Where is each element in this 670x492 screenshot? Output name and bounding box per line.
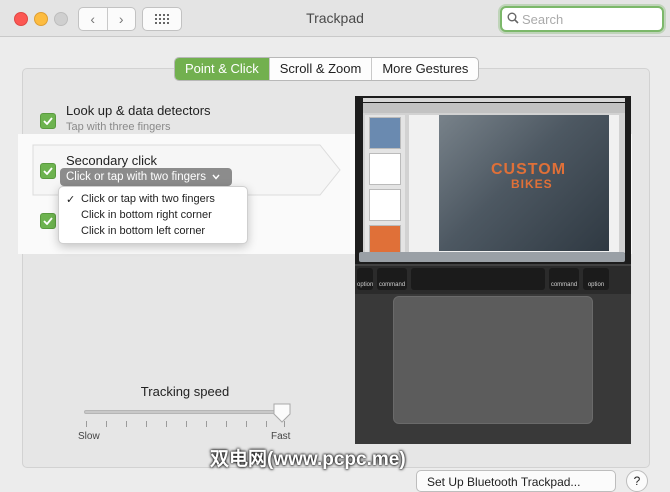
search-field[interactable] xyxy=(500,6,664,32)
tab-scroll-zoom[interactable]: Scroll & Zoom xyxy=(268,58,372,80)
preview-screen: CUSTOM BIKES xyxy=(355,96,631,264)
slider-tick xyxy=(126,421,127,427)
show-all-button[interactable] xyxy=(142,7,182,31)
key-option: option xyxy=(357,268,373,290)
lookup-title: Look up & data detectors xyxy=(66,103,211,118)
preview-thumbnail xyxy=(369,189,401,221)
tab-bar: Point & Click Scroll & Zoom More Gesture… xyxy=(174,57,480,81)
zoom-window-button[interactable] xyxy=(54,12,68,26)
preview-keyboard: option command command option xyxy=(355,266,631,294)
menu-item-label: Click or tap with two fingers xyxy=(81,193,215,205)
key-command: command xyxy=(549,268,579,290)
chevron-down-icon xyxy=(212,174,220,180)
slider-tick xyxy=(226,421,227,427)
slider-tick xyxy=(266,421,267,427)
menu-item-bottom-right[interactable]: Click in bottom right corner xyxy=(59,208,247,224)
key-command: command xyxy=(377,268,407,290)
secondary-click-checkbox[interactable] xyxy=(40,163,56,179)
preview-app-window: CUSTOM BIKES xyxy=(363,103,625,257)
preview-toolbar xyxy=(363,103,625,113)
back-button[interactable]: ‹ xyxy=(79,8,107,30)
menu-item-label: Click in bottom left corner xyxy=(81,225,206,237)
tab-more-gestures[interactable]: More Gestures xyxy=(371,58,478,80)
slider-max-label: Fast xyxy=(271,431,291,442)
checkmark-icon: ✓ xyxy=(66,194,76,206)
slider-tick xyxy=(146,421,147,427)
checkmark-icon xyxy=(43,217,53,225)
slider-tick xyxy=(246,421,247,427)
secondary-click-popup-label: Click or tap with two fingers xyxy=(66,171,206,183)
checkmark-icon xyxy=(43,117,53,125)
slider-thumb[interactable] xyxy=(272,402,292,424)
preview-document: CUSTOM BIKES xyxy=(409,115,619,253)
watermark: 双电网(www.pcpc.me) xyxy=(210,449,406,470)
forward-button[interactable]: › xyxy=(106,8,136,30)
chevron-left-icon: ‹ xyxy=(90,11,96,27)
preview-thumbnail xyxy=(369,153,401,185)
checkmark-icon xyxy=(43,167,53,175)
tracking-speed-title: Tracking speed xyxy=(140,384,230,399)
preview-menubar xyxy=(363,98,625,102)
menu-item-label: Click in bottom right corner xyxy=(81,209,212,221)
secondary-click-menu: ✓ Click or tap with two fingers Click in… xyxy=(58,186,248,244)
minimize-window-button[interactable] xyxy=(34,12,48,26)
gesture-preview: CUSTOM BIKES option command command opti… xyxy=(355,96,631,444)
preview-thumbnail xyxy=(369,117,401,149)
secondary-click-title: Secondary click xyxy=(66,153,158,168)
preview-headline-2: BIKES xyxy=(511,177,553,191)
secondary-click-popup[interactable]: Click or tap with two fingers xyxy=(60,168,232,186)
slider-min-label: Slow xyxy=(78,431,100,442)
slider-tick xyxy=(206,421,207,427)
key-space xyxy=(411,268,545,290)
search-icon xyxy=(507,12,519,24)
lookup-checkbox[interactable] xyxy=(40,113,56,129)
tab-point-click[interactable]: Point & Click xyxy=(175,58,269,80)
bluetooth-trackpad-button[interactable]: Set Up Bluetooth Trackpad... xyxy=(416,470,616,492)
preview-dock xyxy=(359,252,625,262)
close-window-button[interactable] xyxy=(14,12,28,26)
slider-tick xyxy=(186,421,187,427)
key-option: option xyxy=(583,268,609,290)
slider-tick xyxy=(166,421,167,427)
chevron-right-icon: › xyxy=(118,11,124,27)
window-title: Trackpad xyxy=(306,10,364,26)
navigation-buttons: ‹ › xyxy=(78,7,136,31)
preview-thumbnails xyxy=(365,115,405,257)
slider-tick xyxy=(106,421,107,427)
slider-tick xyxy=(86,421,87,427)
search-input[interactable] xyxy=(522,10,652,28)
third-option-checkbox[interactable] xyxy=(40,213,56,229)
help-button[interactable]: ? xyxy=(626,470,648,492)
grid-icon xyxy=(155,14,169,24)
menu-item-bottom-left[interactable]: Click in bottom left corner xyxy=(59,224,247,240)
preview-trackpad xyxy=(393,296,593,424)
lookup-subtitle: Tap with three fingers xyxy=(66,121,171,133)
tracking-speed-slider[interactable] xyxy=(84,410,288,414)
menu-item-two-fingers[interactable]: ✓ Click or tap with two fingers xyxy=(59,192,247,208)
